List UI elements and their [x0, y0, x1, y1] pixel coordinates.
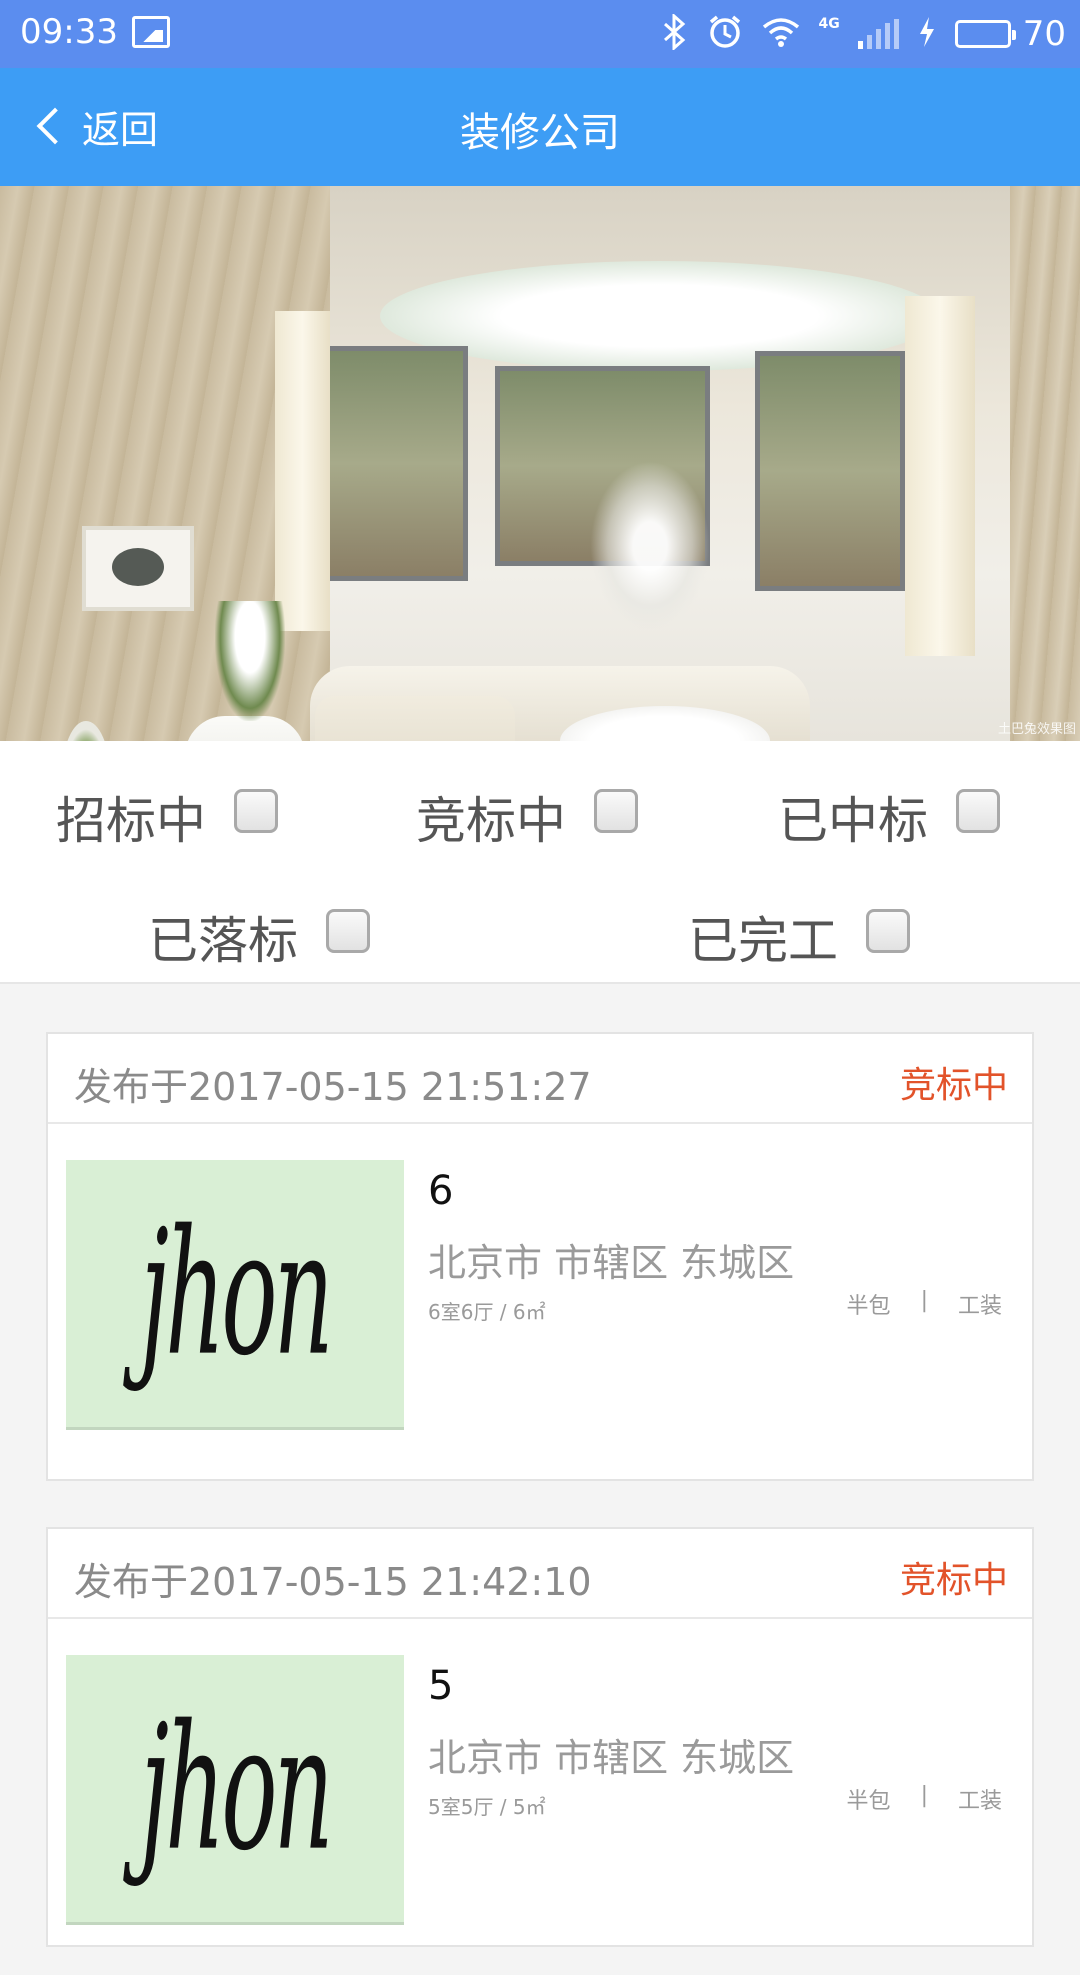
listing-thumbnail: jhon	[66, 1655, 404, 1925]
title-bar: 返回 装修公司	[0, 68, 1080, 186]
listing-thumbnail: jhon	[66, 1160, 404, 1430]
filter-option-completed[interactable]: 已完工	[688, 901, 910, 973]
filter-checkbox[interactable]	[956, 789, 1000, 833]
banner-plant	[215, 601, 285, 721]
charging-icon	[917, 16, 937, 53]
battery-percent: 70	[1022, 14, 1066, 54]
card-header: 发布于2017-05-15 21:51:27 竞标中	[48, 1034, 1032, 1124]
tag-separator: |	[920, 1783, 928, 1808]
thumbnail-signature: jhon	[140, 1193, 333, 1394]
package-tag: 半包	[846, 1294, 891, 1319]
type-tag: 工装	[957, 1789, 1002, 1814]
status-icons: 4G 70	[661, 10, 1066, 58]
listing-rooms: 6室6厅 / 6㎡	[428, 1300, 546, 1324]
filter-label: 已完工	[688, 912, 838, 970]
network-type: 4G	[818, 16, 840, 32]
package-tag: 半包	[846, 1789, 891, 1814]
filter-label: 竞标中	[416, 792, 566, 850]
filter-option-bidding-open[interactable]: 招标中	[56, 781, 278, 853]
listing-address: 北京市 市辖区 东城区	[428, 1241, 795, 1285]
filter-checkbox[interactable]	[594, 789, 638, 833]
banner-curtain	[905, 296, 975, 656]
publish-date: 发布于2017-05-15 21:42:10	[74, 1560, 592, 1604]
banner-window	[755, 351, 905, 591]
banner-image: 土巴兔效果图	[0, 186, 1080, 741]
filter-option-won[interactable]: 已中标	[778, 781, 1000, 853]
gallery-icon	[132, 16, 170, 48]
banner-picture	[82, 526, 194, 611]
filter-checkbox[interactable]	[866, 909, 910, 953]
card-body: jhon 5 北京市 市辖区 东城区 5室5厅 / 5㎡ 半包 | 工装	[48, 1619, 1032, 1975]
filter-option-lost[interactable]: 已落标	[148, 901, 370, 973]
filter-label: 已中标	[778, 792, 928, 850]
signal-icon	[857, 19, 899, 49]
listing-rooms: 5室5厅 / 5㎡	[428, 1795, 546, 1819]
filter-option-bidding[interactable]: 竞标中	[416, 781, 638, 853]
banner-watermark: 土巴兔效果图	[997, 722, 1076, 737]
banner-window	[318, 346, 468, 581]
card-header: 发布于2017-05-15 21:42:10 竞标中	[48, 1529, 1032, 1619]
battery-icon: 70	[954, 14, 1066, 54]
banner-chandelier	[590, 461, 710, 631]
listing-title: 6	[428, 1168, 454, 1214]
listing-address: 北京市 市辖区 东城区	[428, 1736, 795, 1780]
status-filter: 招标中 竞标中 已中标 已落标 已完工	[0, 741, 1080, 984]
filter-label: 已落标	[148, 912, 298, 970]
filter-checkbox[interactable]	[234, 789, 278, 833]
tag-separator: |	[920, 1288, 928, 1313]
banner-curtain	[275, 311, 330, 631]
page-title: 装修公司	[460, 110, 620, 156]
status-bar: 09:33 4G 70	[0, 0, 1080, 68]
filter-checkbox[interactable]	[326, 909, 370, 953]
listing-tags: 半包 | 工装	[847, 1288, 1002, 1320]
listing-card[interactable]: 发布于2017-05-15 21:42:10 竞标中 jhon 5 北京市 市辖…	[46, 1527, 1034, 1947]
bluetooth-icon	[661, 12, 689, 55]
banner-wall-right	[1010, 186, 1080, 741]
listing-card[interactable]: 发布于2017-05-15 21:51:27 竞标中 jhon 6 北京市 市辖…	[46, 1032, 1034, 1481]
card-body: jhon 6 北京市 市辖区 东城区 6室6厅 / 6㎡ 半包 | 工装	[48, 1124, 1032, 1480]
listing-tags: 半包 | 工装	[847, 1783, 1002, 1815]
listing-title: 5	[428, 1663, 454, 1709]
publish-date: 发布于2017-05-15 21:51:27	[74, 1065, 592, 1109]
status-time: 09:33	[20, 12, 118, 52]
thumbnail-signature: jhon	[140, 1688, 333, 1889]
wifi-icon	[761, 16, 801, 53]
status-badge: 竞标中	[899, 1065, 1008, 1106]
status-badge: 竞标中	[899, 1560, 1008, 1601]
banner-sofa-side	[315, 696, 515, 741]
type-tag: 工装	[957, 1294, 1002, 1319]
filter-label: 招标中	[56, 792, 206, 850]
alarm-icon	[707, 14, 743, 55]
